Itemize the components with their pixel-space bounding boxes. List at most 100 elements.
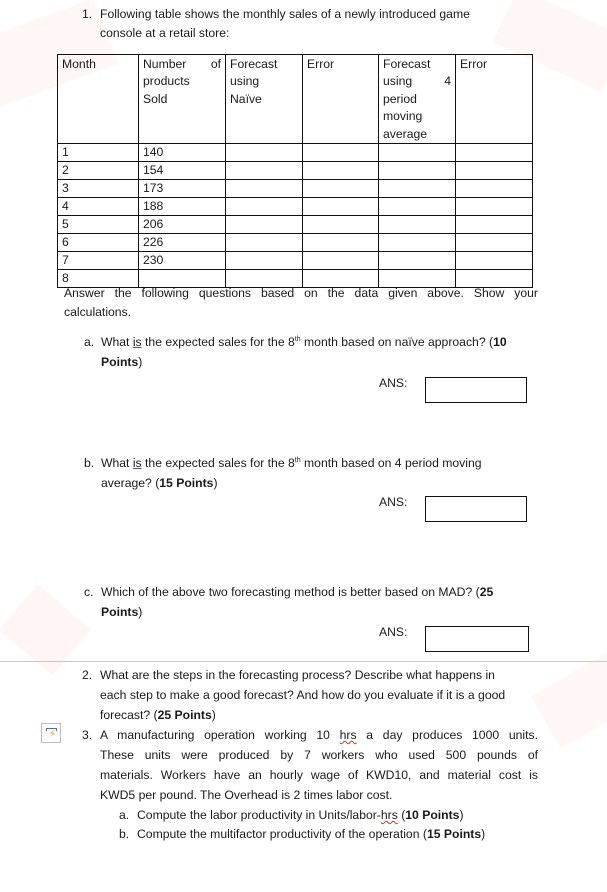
part-c-line2: Points) [101,602,142,622]
moving-average-forecast-cell[interactable] [378,161,456,181]
moving-average-forecast-cell[interactable] [378,197,456,217]
header-text: Forecast [383,57,431,71]
naive-error-cell[interactable] [302,197,379,217]
layout-options-icon[interactable]: ⚡ [41,723,61,743]
part-c-answer-box[interactable] [425,626,529,652]
naive-error-cell[interactable] [302,215,379,235]
month-cell: 7 [57,251,139,271]
header-moving-average-forecast: Forecast using 4 period moving average [378,53,456,145]
header-naive-forecast: Forecast using Naïve [225,53,303,145]
grammar-flag[interactable]: is [133,335,142,349]
part-a-ans-label: ANS: [379,376,408,390]
sold-cell: 140 [138,143,226,163]
naive-error-cell[interactable] [302,251,379,271]
header-products-sold: Number of products Sold [138,53,226,145]
month-cell: 2 [57,161,139,181]
points: 25 Points [157,708,212,722]
moving-average-forecast-cell[interactable] [378,215,456,235]
moving-average-error-cell[interactable] [455,251,533,271]
text: a day produces 1000 units. [356,728,538,742]
q2-line1: What are the steps in the forecasting pr… [100,668,495,682]
q1-intro-line2: console at a retail store: [100,26,230,40]
table-row: 7 230 [57,251,533,271]
points: 25 [479,585,494,599]
q3-line1: A manufacturing operation working 10 hrs… [100,725,538,745]
naive-error-cell[interactable] [302,161,379,181]
text: ) [459,808,464,822]
table-row: 1 140 [57,143,533,163]
naive-forecast-cell[interactable] [225,233,303,253]
instruction-line2: calculations. [64,305,132,319]
naive-forecast-cell[interactable] [225,161,303,181]
naive-error-cell[interactable] [302,179,379,199]
text: the expected sales for the 8 [141,456,295,470]
header-text: Forecast [230,57,278,71]
part-b-letter: b. [84,456,95,470]
moving-average-forecast-cell[interactable] [378,233,456,253]
part-c-ans-label: ANS: [379,625,408,639]
q3-line2: These units were produced by 7 workers w… [100,748,538,762]
header-text: using [383,74,413,89]
naive-forecast-cell[interactable] [225,179,303,199]
moving-average-forecast-cell[interactable] [378,179,456,199]
header-text: moving [383,109,423,124]
text: month based on 4 period moving [300,456,482,470]
sales-table: Month Number of products Sold Forecast us… [57,53,533,289]
moving-average-error-cell[interactable] [455,161,533,181]
moving-average-error-cell[interactable] [455,215,533,235]
header-month: Month [57,53,139,145]
naive-forecast-cell[interactable] [225,251,303,271]
table-row: 3 173 [57,179,533,199]
q2-line3: forecast? (25 Points) [100,705,216,725]
moving-average-forecast-cell[interactable] [378,251,456,271]
naive-error-cell[interactable] [302,233,379,253]
naive-forecast-cell[interactable] [225,197,303,217]
sold-cell: 230 [138,251,226,271]
naive-error-cell[interactable] [302,143,379,163]
q3-sub-a-text: Compute the labor productivity in Units/… [137,805,464,825]
text: ) [138,605,143,619]
text: Which of the above two forecasting metho… [101,585,480,599]
moving-average-error-cell[interactable] [455,143,533,163]
header-error-naive: Error [302,53,379,145]
table-row: 2 154 [57,161,533,181]
q3-line4: KWD5 per pound. The Overhead is 2 times … [100,788,393,802]
text: ) [213,476,218,490]
header-text: period [383,91,417,106]
q1-intro-line1: Following table shows the monthly sales … [100,7,470,21]
text: ) [211,708,216,722]
sold-cell: 154 [138,161,226,181]
points: 10 [493,335,507,349]
part-b-answer-box[interactable] [425,496,527,522]
part-b-text: What is the expected sales for the 8th m… [101,453,482,473]
header-text: Error [307,57,335,71]
spelling-flag[interactable]: hrs [381,808,398,822]
grammar-flag[interactable]: is [133,456,142,470]
points: 10 Points [405,808,460,822]
sold-cell: 188 [138,197,226,217]
text: ) [481,827,486,841]
moving-average-error-cell[interactable] [455,179,533,199]
q2-number: 2. [82,668,93,682]
month-cell: 6 [57,233,139,253]
table-header-row: Month Number of products Sold Forecast us… [57,53,533,145]
part-b-ans-label: ANS: [379,495,408,509]
month-cell: 1 [57,143,139,163]
q3-sub-a-letter: a. [119,808,130,822]
text: the expected sales for the 8 [141,335,295,349]
part-c-text: Which of the above two forecasting metho… [101,582,493,602]
spelling-flag[interactable]: hrs [340,728,357,742]
naive-forecast-cell[interactable] [225,215,303,235]
moving-average-error-cell[interactable] [455,197,533,217]
part-a-answer-box[interactable] [425,377,527,403]
text: What [101,456,133,470]
header-text: Number [143,57,187,71]
moving-average-forecast-cell[interactable] [378,143,456,163]
naive-forecast-cell[interactable] [225,143,303,163]
sold-cell: 206 [138,215,226,235]
header-text: using [230,74,260,89]
table-row: 5 206 [57,215,533,235]
moving-average-error-cell[interactable] [455,233,533,253]
month-cell: 4 [57,197,139,217]
text: ) [138,355,143,369]
